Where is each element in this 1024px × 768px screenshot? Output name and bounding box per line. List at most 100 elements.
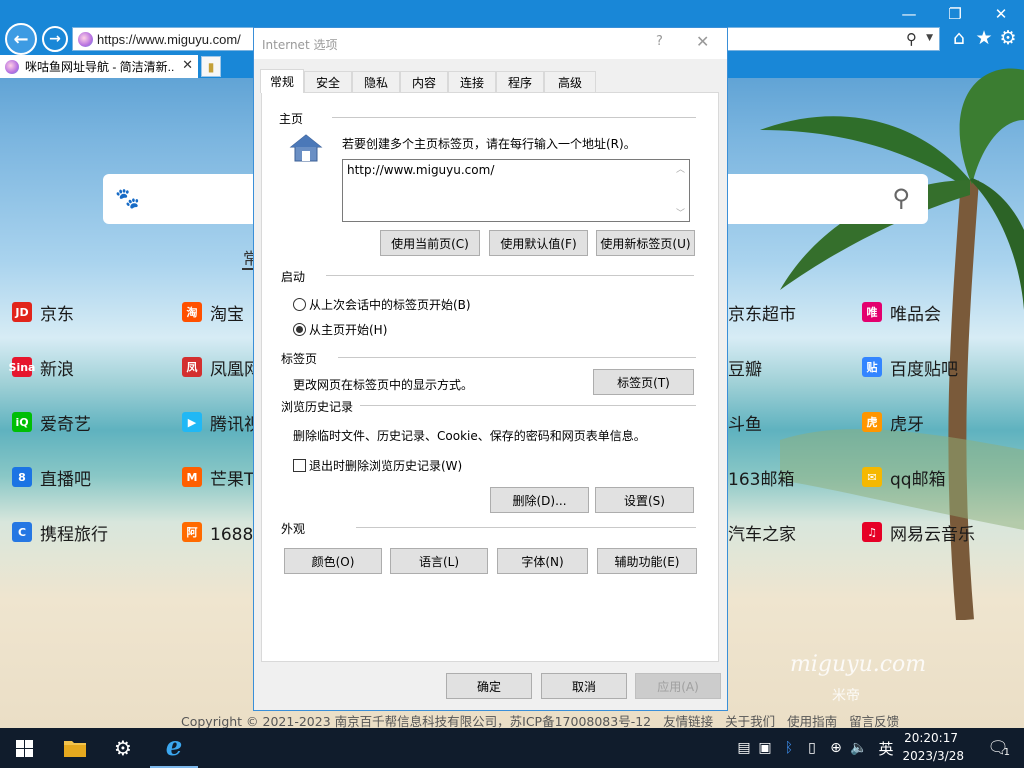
footer-link-about[interactable]: 关于我们	[725, 714, 775, 729]
colors-button[interactable]: 颜色(O)	[284, 548, 382, 574]
site-logo-icon: M	[182, 467, 202, 487]
tab-privacy[interactable]: 隐私	[352, 71, 400, 92]
clock-date[interactable]: 2023/3/28	[902, 749, 964, 763]
minimize-icon[interactable]: —	[886, 0, 932, 28]
bluetooth-icon[interactable]: ᛒ	[780, 728, 798, 768]
footer-link-feedback[interactable]: 留言反馈	[849, 714, 899, 729]
quick-link[interactable]: ▶ 腾讯视	[182, 409, 261, 435]
footer-link-friends[interactable]: 友情链接	[663, 714, 713, 729]
footer-link-guide[interactable]: 使用指南	[787, 714, 837, 729]
quick-link[interactable]: 斗鱼	[728, 409, 762, 435]
quick-link[interactable]: 淘淘宝	[182, 299, 244, 325]
use-current-button[interactable]: 使用当前页(C)	[380, 230, 480, 256]
delete-on-exit-checkbox[interactable]: 退出时删除浏览历史记录(W)	[293, 457, 462, 474]
tab-content[interactable]: 内容	[400, 71, 448, 92]
scroll-up-icon[interactable]: ︿	[676, 162, 685, 175]
quick-link[interactable]: 贴百度贴吧	[862, 354, 958, 380]
scroll-down-icon[interactable]: ﹀	[676, 206, 685, 219]
chevron-down-icon[interactable]: ▼	[926, 33, 933, 43]
windows-logo-icon	[15, 739, 33, 757]
browser-tab[interactable]: 咪咕鱼网址导航 - 简洁清新... ✕	[0, 55, 198, 78]
ime-indicator[interactable]: 英	[876, 728, 896, 768]
quick-link-label: 汽车之家	[728, 524, 796, 545]
apply-button[interactable]: 应用(A)	[635, 673, 721, 699]
cancel-button[interactable]: 取消	[541, 673, 627, 699]
tab-programs[interactable]: 程序	[496, 71, 544, 92]
usb-device-icon[interactable]: ▯	[803, 728, 821, 768]
quick-link-label: 唯品会	[890, 304, 941, 325]
checkbox-box	[293, 459, 306, 472]
quick-link-label: 虎牙	[890, 414, 924, 435]
help-icon[interactable]: ?	[656, 34, 663, 49]
restore-icon[interactable]: ❐	[932, 0, 978, 28]
internet-explorer-icon: e	[165, 732, 183, 762]
new-tab-button[interactable]: ▮	[201, 56, 221, 77]
radio-last-session[interactable]: 从上次会话中的标签页开始(B)	[293, 296, 471, 313]
notification-center-button[interactable]: 🗨 1	[984, 728, 1012, 768]
site-logo-icon: 凤	[182, 357, 202, 377]
back-button[interactable]: ←	[5, 23, 37, 55]
copyright-text: Copyright © 2021-2023 南京百千帮信息科技有限公司，苏ICP…	[181, 714, 652, 729]
quick-link[interactable]: 虎虎牙	[862, 409, 924, 435]
quick-link[interactable]: 汽车之家	[728, 519, 796, 545]
tab-security[interactable]: 安全	[304, 71, 352, 92]
search-icon[interactable]: ⚲	[892, 184, 910, 212]
general-tab-panel: 主页 若要创建多个主页标签页，请在每行输入一个地址(R)。 http://www…	[261, 92, 719, 662]
quick-link[interactable]: 凤凤凰网	[182, 354, 261, 380]
favorites-star-icon[interactable]: ★	[973, 27, 995, 49]
show-hidden-icons-icon[interactable]: ▤	[735, 728, 753, 768]
forward-button[interactable]: →	[42, 26, 68, 52]
house-icon	[289, 134, 323, 162]
divider	[360, 405, 696, 406]
fonts-button[interactable]: 字体(N)	[497, 548, 588, 574]
divider	[338, 357, 696, 358]
internet-options-dialog: Internet 选项 ? ✕ 常规 安全 隐私 内容 连接 程序 高级 主页 …	[253, 27, 728, 711]
tab-favicon-icon	[5, 59, 19, 74]
use-new-tab-button[interactable]: 使用新标签页(U)	[596, 230, 695, 256]
start-button[interactable]	[0, 728, 48, 768]
close-icon[interactable]: ✕	[978, 0, 1024, 28]
divider	[326, 275, 694, 276]
quick-link[interactable]: 京东超市	[728, 299, 796, 325]
home-icon[interactable]: ⌂	[948, 27, 970, 49]
quick-link[interactable]: 豆瓣	[728, 354, 762, 380]
tabs-button[interactable]: 标签页(T)	[593, 369, 694, 395]
ie-taskbar-button[interactable]: e	[150, 728, 198, 768]
quick-link[interactable]: ✉ qq邮箱	[862, 464, 946, 490]
quick-link[interactable]: 唯唯品会	[862, 299, 941, 325]
tab-advanced[interactable]: 高级	[544, 71, 596, 92]
clock-time[interactable]: 20:20:17	[904, 731, 958, 745]
quick-link[interactable]: ♫ 网易云音乐	[862, 519, 975, 545]
app-tray-icon[interactable]: ▣	[756, 728, 774, 768]
quick-link[interactable]: C 携程旅行	[12, 519, 108, 545]
tab-close-icon[interactable]: ✕	[182, 58, 193, 73]
site-logo-icon: JD	[12, 302, 32, 322]
quick-link[interactable]: 8 直播吧	[12, 464, 91, 490]
close-icon[interactable]: ✕	[696, 32, 709, 51]
home-page-textarea[interactable]: http://www.miguyu.com/	[342, 159, 690, 222]
ok-button[interactable]: 确定	[446, 673, 532, 699]
settings-button[interactable]: ⚙	[100, 728, 146, 768]
tab-connections[interactable]: 连接	[448, 71, 496, 92]
languages-button[interactable]: 语言(L)	[390, 548, 488, 574]
quick-link[interactable]: iQ 爱奇艺	[12, 409, 91, 435]
use-default-button[interactable]: 使用默认值(F)	[489, 230, 588, 256]
textarea-scrollbar[interactable]: ︿ ﹀	[673, 160, 689, 221]
tab-general[interactable]: 常规	[260, 69, 304, 93]
taskbar: ⚙ e ▤ ▣ ᛒ ▯ ⊕ 🔈 英 20:20:17 2023/3/28 🗨 1	[0, 728, 1024, 768]
delete-history-button[interactable]: 删除(D)...	[490, 487, 589, 513]
quick-link[interactable]: JD 京东	[12, 299, 74, 325]
quick-link[interactable]: M 芒果T	[182, 464, 254, 490]
accessibility-button[interactable]: 辅助功能(E)	[597, 548, 697, 574]
quick-link-label: 163邮箱	[728, 469, 795, 490]
quick-link[interactable]: Sina 新浪	[9, 354, 74, 380]
gear-icon[interactable]: ⚙	[997, 27, 1019, 49]
address-text[interactable]: https://www.miguyu.com/	[97, 32, 241, 47]
radio-home-page[interactable]: 从主页开始(H)	[293, 321, 387, 338]
history-settings-button[interactable]: 设置(S)	[595, 487, 694, 513]
network-globe-icon[interactable]: ⊕	[826, 728, 846, 768]
file-explorer-button[interactable]	[52, 728, 98, 768]
volume-icon[interactable]: 🔈	[849, 728, 869, 768]
search-icon[interactable]: ⚲	[906, 30, 917, 48]
quick-link[interactable]: 163邮箱	[728, 464, 794, 490]
